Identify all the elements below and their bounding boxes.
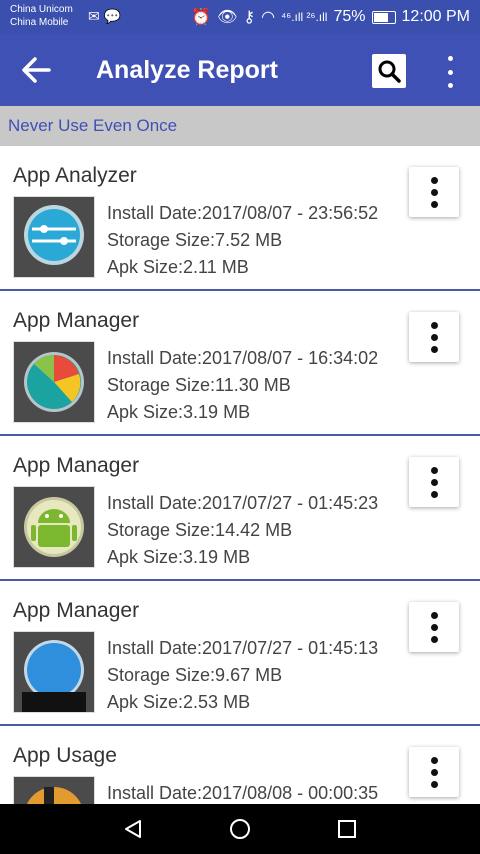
app-name: App Manager xyxy=(13,599,140,622)
install-date: Install Date:2017/08/08 - 00:00:35 xyxy=(107,783,379,803)
list-item[interactable]: App Manager Install Date:2017/07/27 - 01… xyxy=(0,436,480,581)
more-vert-icon xyxy=(447,56,453,61)
item-menu-button[interactable] xyxy=(409,747,459,797)
install-date: Install Date:2017/07/27 - 01:45:23 xyxy=(107,493,379,513)
app-thumbnail xyxy=(13,341,95,423)
storage-size: Storage Size:11.30 MB xyxy=(107,375,291,395)
signal-icon: ⁴⁶.ıll ²⁶.ıll xyxy=(281,10,328,24)
app-name: App Usage xyxy=(13,744,117,767)
more-vert-icon xyxy=(430,611,438,619)
list-item[interactable]: App Manager Install Date:2017/07/27 - 01… xyxy=(0,581,480,726)
square-recents-icon xyxy=(338,820,356,838)
item-menu-button[interactable] xyxy=(409,602,459,652)
app-thumbnail xyxy=(13,776,95,804)
more-vert-icon xyxy=(430,756,438,764)
app-thumbnail xyxy=(13,196,95,278)
app-details: Install Date:2017/08/07 - 16:34:02 Stora… xyxy=(107,345,412,426)
app-thumbnail xyxy=(13,631,95,713)
alarm-icon: ⏰ xyxy=(191,9,212,26)
nav-home-button[interactable] xyxy=(227,816,253,842)
status-bar: China Unicom China Mobile ✉ 💬 ⏰ 👁 ⚷ ◠ ⁴⁶… xyxy=(0,0,480,34)
storage-size: Storage Size:14.42 MB xyxy=(107,520,293,540)
storage-size: Storage Size:7.52 MB xyxy=(107,230,283,250)
back-button[interactable] xyxy=(18,52,54,88)
app-bar: Analyze Report xyxy=(0,34,480,106)
arrow-left-icon xyxy=(22,57,51,83)
carrier-bottom: China Mobile xyxy=(10,17,69,28)
search-button[interactable] xyxy=(372,54,406,88)
nav-back-button[interactable] xyxy=(120,816,146,842)
clock: 12:00 PM xyxy=(401,8,470,25)
nav-recents-button[interactable] xyxy=(334,816,360,842)
message-icon: ✉ xyxy=(88,8,100,24)
app-usage-icon xyxy=(14,777,94,804)
install-date: Install Date:2017/08/07 - 16:34:02 xyxy=(107,348,379,368)
android-robot-icon xyxy=(14,487,94,567)
list-item[interactable]: App Usage Install Date:2017/08/08 - 00:0… xyxy=(0,726,480,804)
install-date: Install Date:2017/08/07 - 23:56:52 xyxy=(107,203,379,223)
app-name: App Manager xyxy=(13,454,140,477)
item-menu-button[interactable] xyxy=(409,167,459,217)
eye-icon: 👁 xyxy=(217,9,238,26)
status-right: ⏰ 👁 ⚷ ◠ ⁴⁶.ıll ²⁶.ıll 75% 12:00 PM xyxy=(191,7,470,27)
storage-size: Storage Size:9.67 MB xyxy=(107,665,283,685)
app-list: App Analyzer Install Date:2017/08/07 - 2… xyxy=(0,146,480,804)
app-name: App Manager xyxy=(13,309,140,332)
chat-icon: 💬 xyxy=(103,8,122,24)
triangle-back-icon xyxy=(125,820,141,838)
battery-percent: 75% xyxy=(333,8,366,25)
apk-size: Apk Size:2.11 MB xyxy=(107,257,249,277)
app-details: Install Date:2017/07/27 - 01:45:13 Stora… xyxy=(107,635,412,716)
notification-icons: ✉ 💬 xyxy=(88,8,121,25)
item-menu-button[interactable] xyxy=(409,457,459,507)
list-item[interactable]: App Manager Install Date:2017/08/07 - 16… xyxy=(0,291,480,436)
app-manager-pie-icon xyxy=(14,342,94,422)
key-icon: ⚷ xyxy=(243,9,256,26)
wifi-icon: ◠ xyxy=(261,9,276,26)
app-manager-blue-icon xyxy=(14,632,94,712)
item-menu-button[interactable] xyxy=(409,312,459,362)
app-thumbnail xyxy=(13,486,95,568)
system-nav-bar xyxy=(0,804,480,854)
more-vert-icon xyxy=(430,466,438,474)
section-header: Never Use Even Once xyxy=(0,106,480,146)
apk-size: Apk Size:3.19 MB xyxy=(107,547,251,567)
app-name: App Analyzer xyxy=(13,164,137,187)
overflow-menu-button[interactable] xyxy=(438,56,462,88)
circle-home-icon xyxy=(230,819,250,839)
page-title: Analyze Report xyxy=(96,56,278,84)
list-item[interactable]: App Analyzer Install Date:2017/08/07 - 2… xyxy=(0,146,480,291)
battery-icon xyxy=(371,10,396,24)
more-vert-icon xyxy=(430,176,438,184)
apk-size: Apk Size:3.19 MB xyxy=(107,402,251,422)
more-vert-icon xyxy=(430,321,438,329)
search-icon xyxy=(378,60,401,83)
apk-size: Apk Size:2.53 MB xyxy=(107,692,251,712)
app-details: Install Date:2017/07/27 - 01:45:23 Stora… xyxy=(107,490,412,571)
carrier-info: China Unicom China Mobile xyxy=(10,3,73,29)
app-analyzer-icon xyxy=(14,197,94,277)
carrier-top: China Unicom xyxy=(10,4,73,15)
install-date: Install Date:2017/07/27 - 01:45:13 xyxy=(107,638,379,658)
app-details: Install Date:2017/08/08 - 00:00:35 xyxy=(107,780,412,804)
app-details: Install Date:2017/08/07 - 23:56:52 Stora… xyxy=(107,200,412,281)
